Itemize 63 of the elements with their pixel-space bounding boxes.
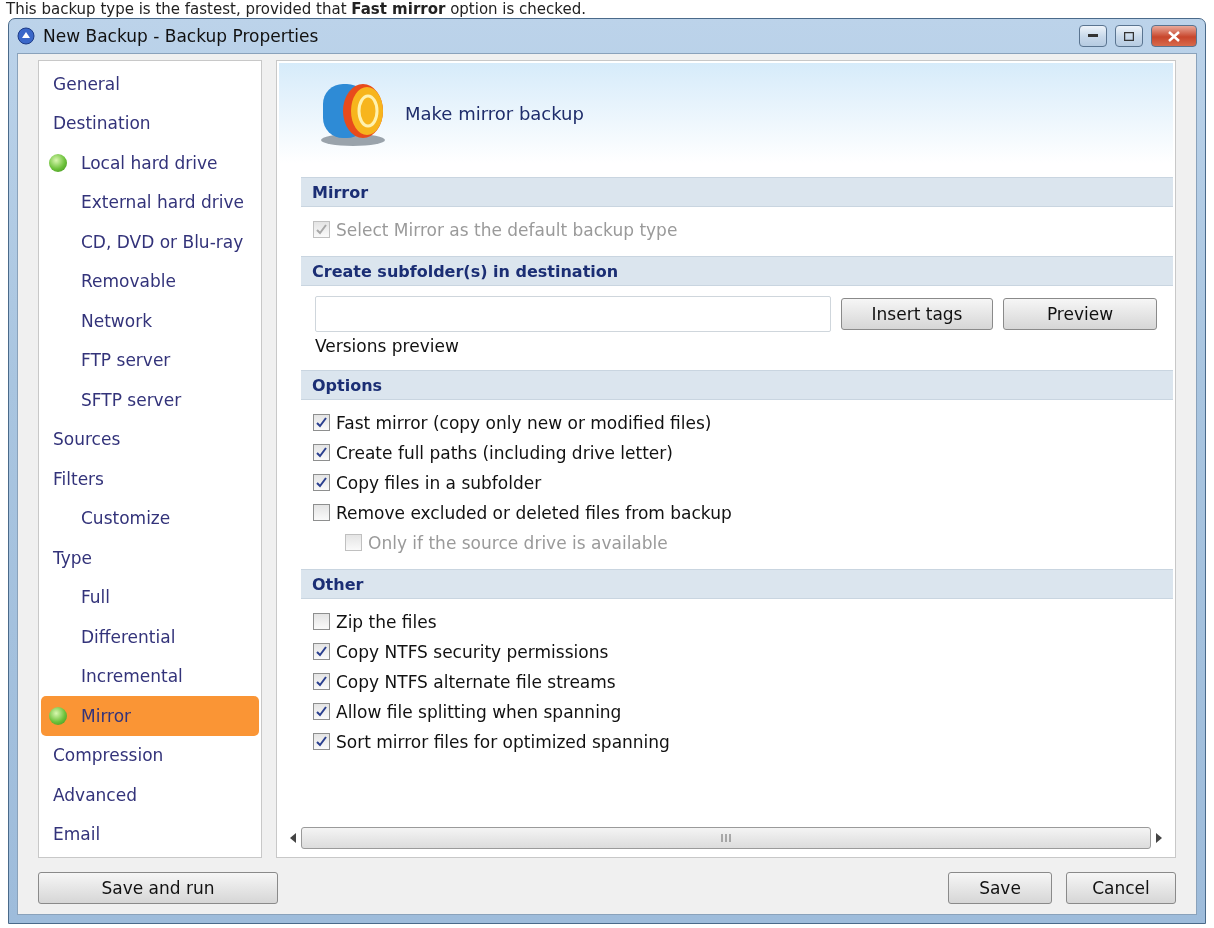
sidebar-item[interactable]: Advanced	[41, 775, 259, 815]
checkbox-option[interactable]: Sort mirror files for optimized spanning	[313, 731, 1173, 752]
checkbox-option[interactable]: Copy files in a subfolder	[313, 472, 1173, 493]
caption-text: This backup type is the fastest, provided that Fast mirror option is checked.	[5, 0, 587, 18]
checkbox-option[interactable]: Zip the files	[313, 611, 1173, 632]
close-button[interactable]	[1151, 25, 1197, 47]
checkbox[interactable]	[313, 643, 330, 660]
sidebar-item[interactable]: Removable	[41, 261, 259, 301]
sidebar-item[interactable]: Differential	[41, 617, 259, 657]
sidebar-item[interactable]: Compression	[41, 735, 259, 775]
sidebar-item[interactable]: Network	[41, 301, 259, 341]
subfolder-field[interactable]	[315, 296, 831, 332]
sidebar-item[interactable]: CD, DVD or Blu-ray	[41, 222, 259, 262]
checkbox[interactable]	[313, 703, 330, 720]
button[interactable]: Insert tags	[841, 298, 993, 330]
sidebar-item[interactable]: FTP server	[41, 340, 259, 380]
checkbox[interactable]	[313, 444, 330, 461]
checkbox[interactable]	[313, 504, 330, 521]
sidebar-item[interactable]: Full	[41, 577, 259, 617]
scrollbar-thumb[interactable]	[301, 827, 1151, 849]
checkbox-option[interactable]: Fast mirror (copy only new or modified files)	[313, 412, 1173, 433]
close-icon	[1168, 30, 1180, 42]
section-header: Create subfolder(s) in destination	[301, 256, 1173, 286]
grip-icon	[720, 834, 732, 842]
panel-heading: Make mirror backup	[405, 102, 584, 124]
checkbox-option[interactable]: Create full paths (including drive letter)	[313, 442, 1173, 463]
button[interactable]: Save	[948, 872, 1052, 904]
sidebar-item[interactable]: Incremental	[41, 656, 259, 696]
checkbox[interactable]	[313, 613, 330, 630]
sidebar-item[interactable]: External hard drive	[41, 182, 259, 222]
section-header: Other	[301, 569, 1173, 599]
sidebar-item[interactable]: Type	[41, 538, 259, 578]
checkbox-option[interactable]: Copy NTFS security permissions	[313, 641, 1173, 662]
sidebar-item[interactable]: Sources	[41, 419, 259, 459]
sidebar-item[interactable]: Customize	[41, 498, 259, 538]
sidebar-item[interactable]: SFTP server	[41, 380, 259, 420]
section-header: Mirror	[301, 177, 1173, 207]
sidebar-item[interactable]: Local hard drive	[41, 143, 259, 183]
checkbox[interactable]	[313, 474, 330, 491]
app-icon	[17, 27, 35, 45]
left-arrow-icon[interactable]	[289, 833, 297, 843]
sidebar-item[interactable]: Email	[41, 814, 259, 854]
sidebar-item[interactable]: Filters	[41, 459, 259, 499]
maximize-icon	[1124, 31, 1134, 41]
save-and-run-button[interactable]: Save and run	[38, 872, 278, 904]
minimize-icon	[1088, 34, 1098, 38]
maximize-button[interactable]	[1115, 25, 1143, 47]
checkbox-option[interactable]: Remove excluded or deleted files from backup	[313, 502, 1173, 523]
button[interactable]: Preview	[1003, 298, 1157, 330]
checkbox-option[interactable]: Copy NTFS alternate file streams	[313, 671, 1173, 692]
versions-preview-label: Versions preview	[314, 335, 460, 356]
right-arrow-icon[interactable]	[1155, 833, 1163, 843]
checkbox[interactable]	[313, 733, 330, 750]
button[interactable]: Cancel	[1066, 872, 1176, 904]
checkbox-option[interactable]: Allow file splitting when spanning	[313, 701, 1173, 722]
window-title: New Backup - Backup Properties	[43, 26, 320, 46]
sidebar-item[interactable]: General	[41, 64, 259, 104]
checkbox[interactable]	[313, 673, 330, 690]
minimize-button[interactable]	[1079, 25, 1107, 47]
checkbox[interactable]	[313, 414, 330, 431]
sidebar-item[interactable]: Mirror	[41, 696, 259, 736]
section-header: Options	[301, 370, 1173, 400]
sidebar-item[interactable]: Destination	[41, 103, 259, 143]
